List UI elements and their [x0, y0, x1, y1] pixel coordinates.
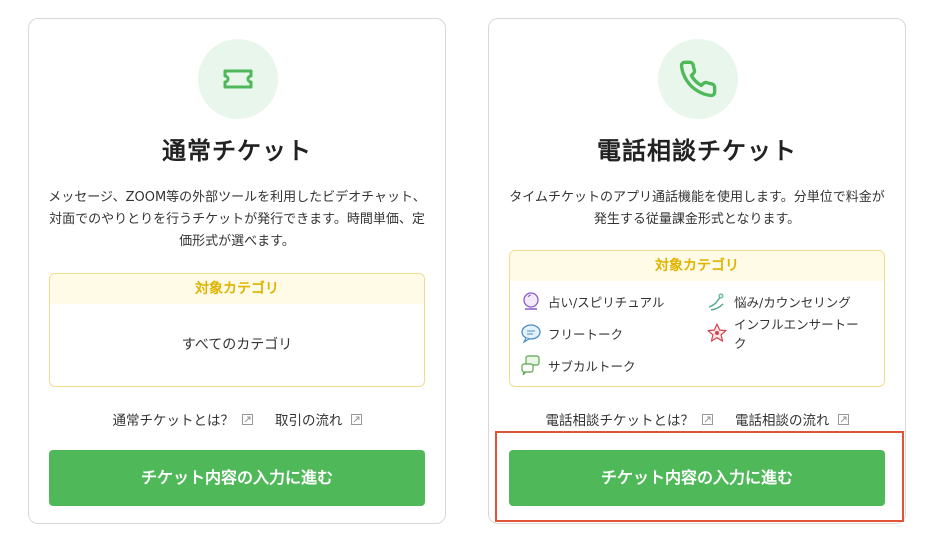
category-label: 占い/スピリチュアル — [548, 294, 665, 310]
link-about-normal-ticket[interactable]: 通常チケットとは？ — [112, 409, 253, 429]
card-description: メッセージ、ZOOM等の外部ツールを利用したビデオチャット、対面でのやりとりを行… — [48, 190, 426, 249]
chat-bubbles-icon — [521, 355, 540, 376]
category-label: サブカルトーク — [548, 358, 636, 374]
category-box: 対象カテゴリ すべてのカテゴリ — [49, 273, 425, 387]
category-influencer-talk: インフルエンサートーク — [706, 317, 866, 351]
category-subculture-talk: サブカルトーク — [520, 353, 706, 377]
category-list: 占い/スピリチュアル 悩み/カウンセリング フリートーク インフルエンサートーク… — [510, 281, 884, 377]
category-label: インフルエンサートーク — [734, 317, 859, 351]
hands-icon — [708, 293, 724, 311]
link-label: 取引の流れ — [275, 413, 343, 429]
phone-icon — [658, 39, 738, 119]
category-label: 悩み/カウンセリング — [734, 294, 851, 310]
speech-bubble-icon — [521, 324, 541, 344]
category-heading: 対象カテゴリ — [510, 251, 884, 281]
category-all: すべてのカテゴリ — [181, 337, 293, 353]
link-transaction-flow[interactable]: 取引の流れ — [275, 409, 362, 429]
proceed-button-phone[interactable]: チケット内容の入力に進む — [509, 450, 885, 506]
card-description: タイムチケットのアプリ通話機能を使用します。分単位で料金が発生する従量課金形式と… — [509, 190, 885, 227]
phone-ticket-card: 電話相談チケット タイムチケットのアプリ通話機能を使用します。分単位で料金が発生… — [488, 18, 906, 524]
normal-ticket-card: 通常チケット メッセージ、ZOOM等の外部ツールを利用したビデオチャット、対面で… — [28, 18, 446, 524]
link-label: 電話相談チケットとは？ — [545, 413, 695, 429]
ticket-icon — [198, 39, 278, 119]
help-links: 電話相談チケットとは？ 電話相談の流れ — [489, 409, 905, 429]
external-link-icon — [837, 413, 849, 425]
link-about-phone-ticket[interactable]: 電話相談チケットとは？ — [545, 409, 713, 429]
category-label: フリートーク — [548, 326, 624, 342]
proceed-button-normal[interactable]: チケット内容の入力に進む — [49, 450, 425, 506]
link-phone-flow[interactable]: 電話相談の流れ — [735, 409, 849, 429]
card-title: 電話相談チケット — [597, 137, 797, 165]
external-link-icon — [242, 413, 253, 425]
link-label: 通常チケットとは？ — [112, 413, 235, 429]
category-free-talk: フリートーク — [520, 321, 706, 345]
card-title: 通常チケット — [162, 137, 312, 165]
star-influencer-icon — [707, 323, 727, 342]
external-link-icon — [702, 413, 713, 425]
category-box: 対象カテゴリ 占い/スピリチュアル 悩み/カウンセリング フリートーク インフル… — [509, 250, 885, 387]
help-links: 通常チケットとは？ 取引の流れ — [29, 409, 445, 429]
category-fortune: 占い/スピリチュアル — [520, 289, 706, 313]
crystal-ball-icon — [523, 292, 539, 310]
external-link-icon — [350, 413, 362, 425]
category-heading: 対象カテゴリ — [50, 274, 424, 304]
link-label: 電話相談の流れ — [735, 413, 830, 429]
category-counseling: 悩み/カウンセリング — [706, 289, 866, 313]
